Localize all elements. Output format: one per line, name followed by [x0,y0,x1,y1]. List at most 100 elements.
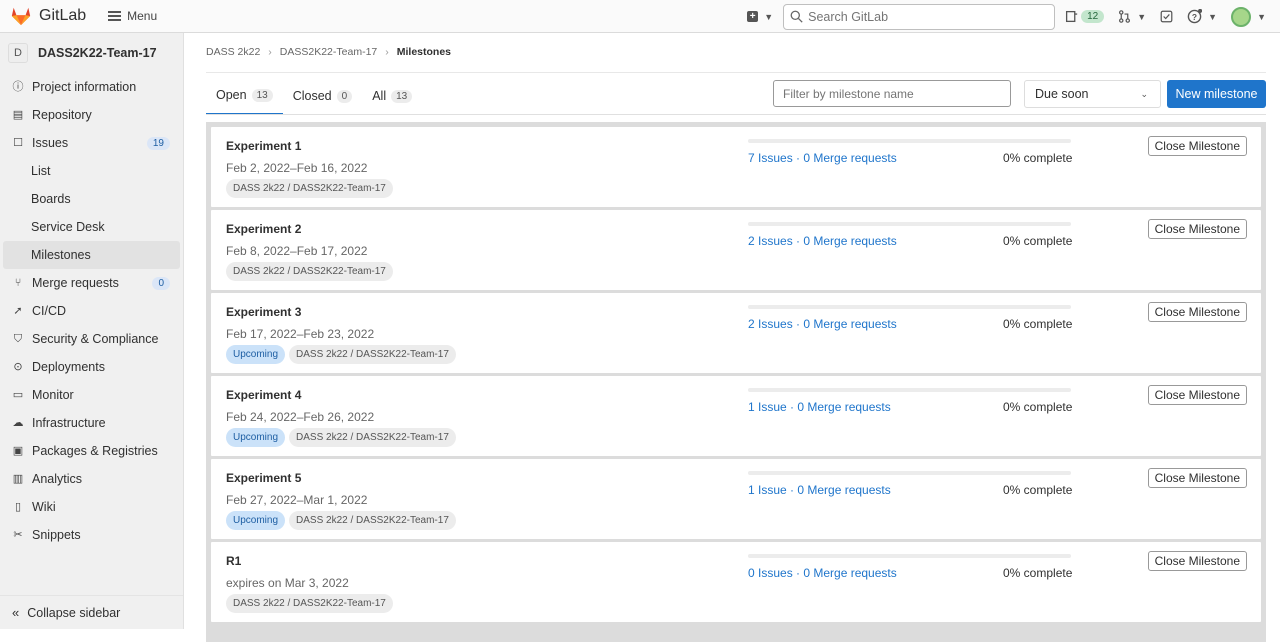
milestone-title[interactable]: Experiment 1 [226,139,301,153]
sidebar-item-boards[interactable]: Boards [0,185,183,213]
sidebar-item-issues[interactable]: ☐ Issues 19 [0,129,183,157]
sidebar-item-label: Repository [32,108,92,122]
issues-nav-button[interactable]: 12 [1065,10,1105,23]
top-navbar: GitLab Menu + ▼ 12 ▼ ? ▼ ▼ [0,0,1280,33]
sidebar-item-label: Analytics [32,472,83,486]
sort-dropdown[interactable]: Due soon ⌄ [1024,80,1161,108]
tab-open[interactable]: Open 13 [206,77,283,115]
chevron-down-icon: ▼ [764,11,774,22]
breadcrumb-item[interactable]: DASS 2k22 [206,46,260,58]
milestone-tags: DASS 2k22 / DASS2K22-Team-17 [226,262,397,281]
hamburger-icon [108,11,122,21]
sidebar-item-repository[interactable]: ▤ Repository [0,101,183,129]
sidebar-item-service-desk[interactable]: Service Desk [0,213,183,241]
milestone-percent-complete: 0% complete [1003,400,1073,414]
milestone-issues-link[interactable]: 1 Issue · 0 Merge requests [748,400,891,414]
milestone-percent-complete: 0% complete [1003,234,1073,248]
milestone-title[interactable]: R1 [226,554,241,568]
sidebar-item-wiki[interactable]: ▯ Wiki [0,493,183,521]
milestone-title[interactable]: Experiment 3 [226,305,301,319]
milestone-dates: expires on Mar 3, 2022 [226,576,349,590]
sidebar-item-security-compliance[interactable]: ⛉ Security & Compliance [0,325,183,353]
sidebar-project-header[interactable]: D DASS2K22-Team-17 [0,33,183,73]
close-milestone-button[interactable]: Close Milestone [1147,385,1247,405]
sidebar-item-label: Infrastructure [32,416,106,430]
milestone-dates: Feb 27, 2022–Mar 1, 2022 [226,493,368,507]
tab-label: Open [216,88,247,102]
milestone-tags: Upcoming DASS 2k22 / DASS2K22-Team-17 [226,511,460,530]
milestone-issues-link[interactable]: 7 Issues · 0 Merge requests [748,151,897,165]
sidebar-item-list[interactable]: List [0,157,183,185]
milestone-issues-link[interactable]: 0 Issues · 0 Merge requests [748,566,897,580]
sidebar-item-label: List [31,164,51,178]
collapse-sidebar-button[interactable]: « Collapse sidebar [0,595,183,629]
document-icon: ▤ [12,109,24,121]
menu-button[interactable]: Menu [108,9,157,23]
sidebar-item-deployments[interactable]: ⊙ Deployments [0,353,183,381]
milestone-card: Experiment 1 Feb 2, 2022–Feb 16, 2022 DA… [211,127,1261,207]
todos-button[interactable] [1160,10,1173,23]
project-name: DASS2K22-Team-17 [38,46,157,60]
milestone-issues-link[interactable]: 1 Issue · 0 Merge requests [748,483,891,497]
sidebar-item-snippets[interactable]: ✂ Snippets [0,521,183,549]
close-milestone-button[interactable]: Close Milestone [1147,551,1247,571]
sidebar-item-merge-requests[interactable]: ⑂ Merge requests 0 [0,269,183,297]
milestone-path-badge[interactable]: DASS 2k22 / DASS2K22-Team-17 [226,262,393,281]
breadcrumb-item[interactable]: DASS2K22-Team-17 [280,46,377,58]
chevron-right-icon: › [268,46,272,58]
sidebar-item-project-information[interactable]: ⓘ Project information [0,73,183,101]
milestone-path-badge[interactable]: DASS 2k22 / DASS2K22-Team-17 [226,594,393,613]
close-milestone-button[interactable]: Close Milestone [1147,219,1247,239]
close-milestone-button[interactable]: Close Milestone [1147,136,1247,156]
chevron-down-icon: ⌄ [1140,89,1148,99]
milestone-path-badge[interactable]: DASS 2k22 / DASS2K22-Team-17 [226,179,393,198]
app-name: GitLab [39,7,87,24]
sidebar-item-milestones[interactable]: Milestones [3,241,180,269]
todo-checkbox-icon [1160,10,1173,23]
search-box[interactable] [783,3,1056,30]
milestone-issues-link[interactable]: 2 Issues · 0 Merge requests [748,234,897,248]
sidebar-item-label: Wiki [32,500,56,514]
divider [206,114,1266,115]
cloud-icon: ☁ [12,417,24,429]
tab-closed[interactable]: Closed 0 [283,77,362,115]
milestone-progress-bar [748,305,1071,309]
milestone-path-badge[interactable]: DASS 2k22 / DASS2K22-Team-17 [289,428,456,447]
close-milestone-button[interactable]: Close Milestone [1147,468,1247,488]
milestone-issues-link[interactable]: 2 Issues · 0 Merge requests [748,317,897,331]
sidebar-item-analytics[interactable]: ▥ Analytics [0,465,183,493]
chevron-down-icon: ▼ [1137,11,1147,22]
milestone-path-badge[interactable]: DASS 2k22 / DASS2K22-Team-17 [289,345,456,364]
tab-all[interactable]: All 13 [362,77,422,115]
project-avatar: D [8,43,28,63]
milestone-filter-box[interactable] [773,80,1011,107]
sidebar-item-packages-registries[interactable]: ▣ Packages & Registries [0,437,183,465]
merge-requests-nav-button[interactable]: ▼ [1118,10,1146,23]
milestone-title[interactable]: Experiment 5 [226,471,301,485]
milestone-path-badge[interactable]: DASS 2k22 / DASS2K22-Team-17 [289,511,456,530]
double-chevron-left-icon: « [12,605,20,620]
new-milestone-button[interactable]: New milestone [1167,80,1266,108]
deployments-icon: ⊙ [13,361,23,373]
sidebar-item-ci-cd[interactable]: ➚ CI/CD [0,297,183,325]
issues-icon [1066,10,1078,23]
sidebar-item-infrastructure[interactable]: ☁ Infrastructure [0,409,183,437]
help-button[interactable]: ? ▼ [1187,9,1217,24]
chevron-down-icon: ▼ [1208,11,1218,22]
sidebar-item-monitor[interactable]: ▭ Monitor [0,381,183,409]
gitlab-logo[interactable]: GitLab [10,5,86,27]
milestone-title[interactable]: Experiment 4 [226,388,301,402]
milestone-percent-complete: 0% complete [1003,566,1073,580]
breadcrumb-current[interactable]: Milestones [397,46,451,58]
milestone-progress-bar [748,139,1071,143]
milestone-tags: DASS 2k22 / DASS2K22-Team-17 [226,179,397,198]
milestone-filter-input[interactable] [783,86,1003,101]
user-menu-button[interactable]: ▼ [1231,6,1266,27]
close-milestone-button[interactable]: Close Milestone [1147,302,1247,322]
sort-dropdown-value: Due soon [1035,87,1089,101]
milestone-tags: DASS 2k22 / DASS2K22-Team-17 [226,594,397,613]
search-input[interactable] [808,9,1039,24]
create-new-button[interactable]: + ▼ [747,11,773,22]
milestone-dates: Feb 8, 2022–Feb 17, 2022 [226,244,368,258]
milestone-title[interactable]: Experiment 2 [226,222,301,236]
